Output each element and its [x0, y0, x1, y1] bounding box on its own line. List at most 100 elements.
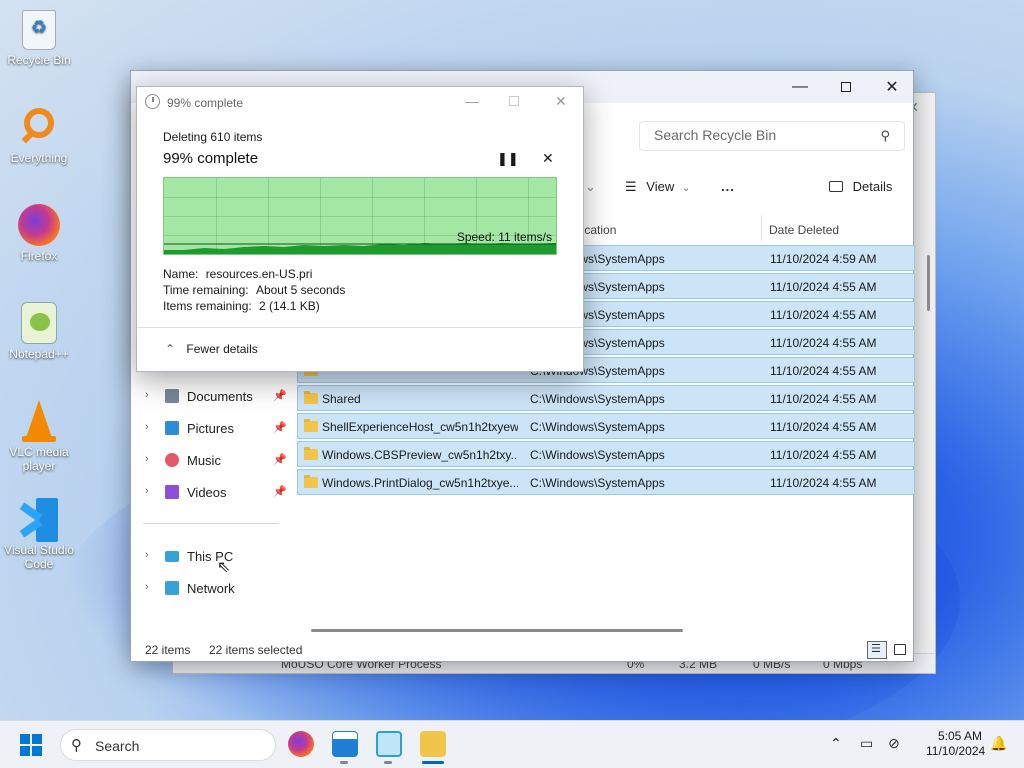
cancel-button[interactable]: ✕ — [542, 150, 554, 167]
desktop-icon-vlc[interactable]: VLC media player — [4, 400, 74, 473]
taskbar-task-manager-icon[interactable] — [332, 731, 358, 757]
pin-icon: 📌 — [273, 422, 287, 434]
file-date-deleted: 11/10/2024 4:55 AM — [770, 392, 877, 406]
speaker-muted-icon[interactable]: ⊘ — [888, 735, 900, 752]
maximize-button — [509, 93, 519, 109]
delete-progress-dialog: 99% complete — ✕ Deleting 610 items 99% … — [136, 86, 584, 372]
details-view-button[interactable]: ☰ — [867, 641, 887, 659]
column-header-date-deleted[interactable]: Date Deleted — [769, 219, 839, 241]
folder-icon — [304, 419, 318, 432]
tiles-view-button[interactable] — [891, 641, 911, 659]
column-header-location[interactable]: Location — [571, 219, 759, 241]
close-button[interactable]: ✕ — [555, 93, 567, 110]
time-remaining-line: Time remaining: About 5 seconds — [163, 283, 345, 297]
current-file-name: resources.en-US.pri — [205, 267, 313, 281]
operation-description: Deleting 610 items — [163, 130, 263, 144]
search-input[interactable]: Search Recycle Bin ⚲ — [639, 121, 905, 151]
chevron-right-icon[interactable]: › — [145, 549, 149, 561]
progress-speed-graph: Speed: 11 items/s — [163, 177, 557, 255]
table-row[interactable]: Windows.CBSPreview_cw5n1h2txy... C:\Windo… — [297, 441, 915, 467]
chevron-right-icon[interactable]: › — [145, 453, 149, 465]
nav-item-documents[interactable]: › Documents 📌 — [143, 385, 293, 409]
file-date-deleted: 11/10/2024 4:55 AM — [770, 448, 877, 462]
horizontal-scrollbar[interactable] — [311, 629, 683, 632]
taskbar-firefox-icon[interactable] — [288, 731, 314, 757]
minimize-icon: — — [792, 78, 808, 95]
vertical-scrollbar[interactable] — [927, 255, 930, 311]
minimize-button[interactable]: — — [777, 71, 823, 103]
view-button[interactable]: ☰ View ⌄ — [625, 179, 690, 195]
close-icon: ✕ — [542, 150, 554, 166]
nav-item-label: Documents — [187, 389, 253, 404]
taskbar-search-label: Search — [95, 738, 140, 754]
desktop-icon-label: Firefox — [20, 249, 58, 263]
chevron-right-icon[interactable]: › — [145, 581, 149, 593]
details-label: Details — [852, 179, 893, 194]
desktop-icon-recycle-bin[interactable]: ♻ Recycle Bin — [4, 10, 74, 67]
active-app-indicator — [422, 761, 444, 764]
desktop-icon-label: Notepad++ — [9, 347, 69, 361]
dialog-title-bar[interactable]: 99% complete — ✕ — [137, 87, 583, 117]
details-pane-icon — [829, 181, 843, 192]
status-bar: 22 items 22 items selected ☰ — [131, 637, 913, 661]
running-indicator — [340, 761, 348, 764]
nav-item-label: Videos — [187, 485, 227, 500]
taskbar-search-box[interactable]: ⚲ Search — [60, 729, 276, 761]
file-location: C:\Windows\SystemApps — [530, 392, 665, 406]
clock-icon — [145, 94, 160, 109]
pause-button[interactable]: ❚❚ — [497, 151, 519, 167]
more-options-button[interactable]: ... — [721, 179, 735, 194]
file-location: C:\Windows\SystemApps — [530, 476, 665, 490]
clock[interactable]: 5:05 AM 11/10/2024 — [926, 729, 985, 759]
notepad-plus-plus-icon — [21, 302, 57, 344]
desktop-icon-everything[interactable]: Everything — [4, 106, 74, 165]
tray-overflow-chevron-icon[interactable]: ⌃ — [830, 735, 842, 752]
file-name: Windows.CBSPreview_cw5n1h2txy... — [322, 448, 518, 462]
items-remaining-line: Items remaining: 2 (14.1 KB) — [163, 299, 320, 313]
folder-icon — [304, 391, 318, 404]
fewer-details-button[interactable]: ⌃ Fewer details — [165, 342, 258, 356]
documents-icon — [165, 389, 179, 403]
nav-item-network[interactable]: › Network — [143, 577, 293, 601]
details-pane-button[interactable]: Details — [829, 179, 892, 194]
nav-item-pictures[interactable]: › Pictures 📌 — [143, 417, 293, 441]
network-status-icon[interactable]: ▭ — [860, 735, 873, 752]
taskbar-file-explorer-icon[interactable] — [420, 731, 446, 757]
folder-icon — [304, 447, 318, 460]
chevron-right-icon[interactable]: › — [145, 389, 149, 401]
folder-icon — [304, 475, 318, 488]
maximize-icon — [509, 96, 519, 106]
column-divider — [761, 215, 762, 241]
desktop-icon-firefox[interactable]: Firefox — [4, 204, 74, 263]
nav-item-label: Network — [187, 581, 235, 596]
selected-count: 22 items selected — [209, 643, 303, 657]
nav-item-videos[interactable]: › Videos 📌 — [143, 481, 293, 505]
table-row[interactable]: Shared C:\Windows\SystemApps 11/10/2024 4:… — [297, 385, 915, 411]
close-button[interactable]: ✕ — [869, 71, 915, 103]
file-date-deleted: 11/10/2024 4:55 AM — [770, 308, 877, 322]
desktop-icon-vscode[interactable]: Visual Studio Code — [4, 498, 74, 571]
close-icon: ✕ — [885, 79, 899, 96]
desktop-icon-notepad-plus-plus[interactable]: Notepad++ — [4, 302, 74, 361]
desktop-icon-label: Everything — [10, 151, 68, 165]
table-row[interactable]: ShellExperienceHost_cw5n1h2txyewy C:\Wind… — [297, 413, 915, 439]
nav-item-music[interactable]: › Music 📌 — [143, 449, 293, 473]
music-icon — [165, 453, 179, 467]
name-label: Name: — [163, 267, 199, 281]
column-header-label: Date Deleted — [769, 223, 840, 237]
nav-item-label: Pictures — [187, 421, 234, 436]
chevron-down-icon[interactable]: ⌄ — [585, 179, 596, 195]
notification-bell-icon[interactable]: 🔔 — [990, 735, 1007, 752]
chevron-right-icon[interactable]: › — [145, 421, 149, 433]
items-remaining-value: 2 (14.1 KB) — [259, 299, 320, 313]
start-button[interactable] — [20, 734, 42, 756]
maximize-button[interactable] — [823, 71, 869, 103]
file-name: Shared — [322, 392, 361, 406]
table-row[interactable]: Windows.PrintDialog_cw5n1h2txye... C:\Win… — [297, 469, 915, 495]
taskbar-app-icon[interactable] — [376, 731, 402, 757]
chevron-right-icon[interactable]: › — [145, 485, 149, 497]
minimize-button[interactable]: — — [465, 93, 479, 109]
file-date-deleted: 11/10/2024 4:55 AM — [770, 336, 877, 350]
item-count: 22 items — [145, 643, 191, 657]
maximize-icon — [841, 82, 851, 92]
